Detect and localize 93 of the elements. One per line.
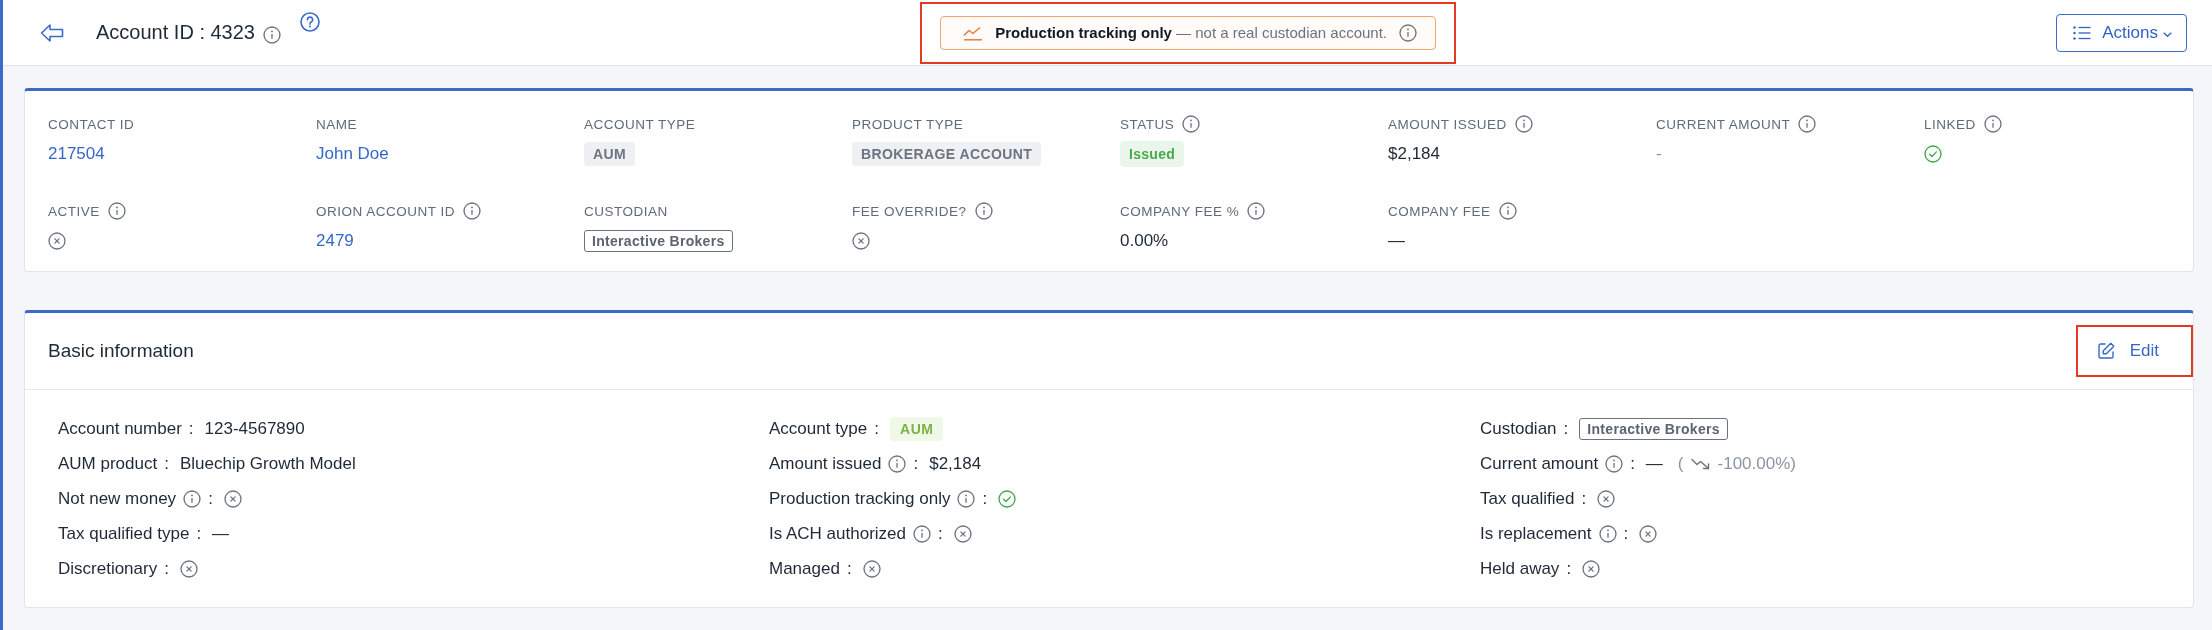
field-value: Bluechip Growth Model [179,453,356,474]
label-colon: : [982,488,988,509]
info-icon[interactable] [957,489,976,508]
field-label: Current amount [1480,453,1599,474]
field-label: COMPANY FEE [1388,203,1491,219]
info-icon[interactable] [1798,115,1817,133]
field-label: Is ACH authorized [769,523,906,544]
info-icon[interactable] [463,202,481,220]
field-label: STATUS [1120,116,1175,132]
field-label: AUM product [58,453,158,474]
field-value: $2,184 [929,453,982,474]
info-icon[interactable] [1498,202,1517,220]
field-value: — [1388,231,1405,251]
field-label: CONTACT ID [48,116,135,132]
info-icon[interactable] [1983,115,2002,133]
label-colon: : [1566,558,1572,579]
field-label: Tax qualified type [58,523,190,544]
field-label: AMOUNT ISSUED [1388,116,1507,132]
label-colon: : [1581,488,1587,509]
field-value: 0.00% [1120,231,1169,251]
field-value: $2,184 [1388,144,1440,164]
field-label: COMPANY FEE % [1120,203,1240,219]
value-tag: BROKERAGE ACCOUNT [852,142,1042,166]
field-value: — [1645,453,1663,474]
field-label: Production tracking only [769,488,951,509]
status-tag: Issued [1120,141,1185,167]
actions-button[interactable]: Actions [2056,13,2187,52]
field-label: Account number [58,418,182,439]
field-link[interactable]: John Doe [316,144,389,164]
field-label: PRODUCT TYPE [852,116,964,132]
field-label: Managed [769,558,840,579]
label-colon: : [1623,523,1629,544]
card-title: Basic information [48,340,194,362]
label-colon: : [846,558,852,579]
trend-down-icon [1690,457,1711,470]
label-colon: : [1563,418,1569,439]
field-label: Held away [1480,558,1560,579]
delta-open-paren: ( [1677,453,1684,474]
info-icon[interactable] [1182,115,1201,133]
info-icon[interactable] [263,25,281,44]
outlined-tag: Interactive Brokers [1579,417,1728,440]
info-icon[interactable] [1514,115,1533,133]
list-icon [2073,25,2092,40]
field-label: Custodian [1480,418,1557,439]
field-link[interactable]: 217504 [48,144,105,164]
field-label: Discretionary [58,558,158,579]
field-value: — [212,523,230,544]
help-icon[interactable] [300,12,320,32]
back-arrow-icon[interactable] [40,22,64,43]
info-icon[interactable] [1399,23,1418,42]
value-tag: AUM [584,142,636,166]
field-label: CUSTODIAN [584,203,668,219]
label-colon: : [913,453,919,474]
info-icon[interactable] [1247,202,1266,220]
label-colon: : [188,418,194,439]
label-colon: : [196,523,202,544]
line-chart-icon [963,24,984,41]
info-icon[interactable] [974,202,993,220]
field-value: - [1656,144,1662,164]
info-icon[interactable] [183,489,202,508]
field-label: NAME [316,116,357,132]
notice-text: Production tracking only — not a real custodian account. [995,24,1388,41]
caret-icon [2163,31,2172,37]
field-label: Amount issued [769,453,882,474]
edit-button[interactable]: Edit [2085,333,2169,369]
delta-value: -100.00%) [1717,453,1796,474]
label-colon: : [874,418,879,439]
info-icon[interactable] [1598,524,1617,543]
field-label: Account type [769,418,868,439]
label-colon: : [164,558,169,579]
field-value: 123-4567890 [204,418,305,439]
outlined-tag: Interactive Brokers [584,230,733,252]
info-icon[interactable] [107,202,126,220]
edit-icon [2095,341,2116,361]
label-colon: : [938,523,943,544]
page-title: Account ID : 4323 [96,21,255,44]
field-label: Is replacement [1480,523,1592,544]
field-label: ACTIVE [48,203,100,219]
info-icon[interactable] [1605,454,1624,473]
field-label: LINKED [1924,116,1976,132]
field-label: Not new money [58,488,177,509]
field-label: FEE OVERRIDE? [852,203,967,219]
info-icon[interactable] [913,524,931,543]
field-label: CURRENT AMOUNT [1656,116,1791,132]
field-link[interactable]: 2479 [316,231,354,251]
field-label: ORION ACCOUNT ID [316,203,455,219]
value-tag: AUM [890,416,944,441]
field-label: ACCOUNT TYPE [584,116,696,132]
info-icon[interactable] [888,454,907,473]
label-colon: : [164,453,169,474]
field-label: Tax qualified [1480,488,1575,509]
label-colon: : [1630,453,1635,474]
label-colon: : [208,488,213,509]
